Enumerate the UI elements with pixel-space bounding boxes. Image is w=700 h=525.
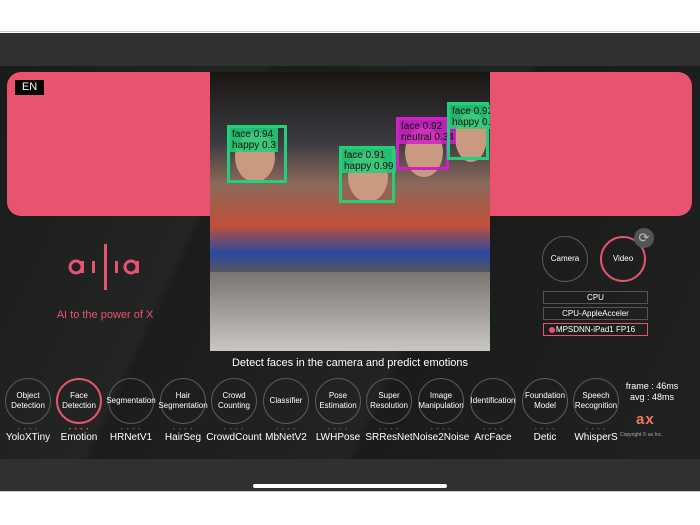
category-button[interactable]: Classifier (263, 378, 309, 424)
timing-stats: frame : 46ms avg : 48ms (625, 381, 679, 402)
app-main: EN face 0.94 happy 0.3 face 0.91 happy 0.9… (0, 66, 700, 459)
camera-preview: face 0.94 happy 0.3 face 0.91 happy 0.99 f… (210, 72, 490, 351)
detection-box: face 0.92happy 0.76 (447, 102, 490, 160)
model-name[interactable]: MbNetV2 (256, 432, 316, 443)
model-name[interactable]: HRNetV1 (101, 432, 161, 443)
home-bar-area (0, 459, 700, 492)
bar-counter (210, 272, 490, 351)
category-button[interactable]: Identification (470, 378, 516, 424)
backend-cpu[interactable]: CPU (543, 291, 648, 304)
category-button[interactable]: Super Resolution (366, 378, 412, 424)
backend-mpsdnn[interactable]: MPSDNN-iPad1 FP16 (543, 323, 648, 336)
ax-logo: ax (636, 411, 655, 428)
top-blank (0, 0, 700, 32)
category-button[interactable]: Image Manipulation (418, 378, 464, 424)
category-button[interactable]: Segmentation (106, 378, 156, 424)
ailia-logo (68, 244, 139, 290)
category-button[interactable]: Speech Recognition (573, 378, 619, 424)
detection-box: face 0.92 neutral 0.34 (396, 117, 456, 170)
detection-label: face 0.91 happy 0.99 (342, 149, 396, 173)
category-button[interactable]: Pose Estimation (315, 378, 361, 424)
detection-label: face 0.94 happy 0.3 (230, 128, 278, 152)
copyright: Copyright © ax Inc. (620, 432, 663, 438)
task-description: Detect faces in the camera and predict e… (231, 357, 468, 369)
model-name[interactable]: WhisperS (566, 432, 626, 443)
detection-box: face 0.94 happy 0.3 (227, 125, 287, 183)
status-bar (0, 33, 700, 66)
model-name[interactable]: SRResNet (359, 432, 419, 443)
category-button[interactable]: Hair Segmentation (158, 378, 208, 424)
detection-label: face 0.92happy 0.76 (450, 105, 490, 129)
category-button[interactable]: Crowd Counting (211, 378, 257, 424)
model-name[interactable]: CrowdCount (204, 432, 264, 443)
model-name[interactable]: Emotion (49, 432, 109, 443)
category-button[interactable]: Face Detection (56, 378, 102, 424)
camera-button[interactable]: Camera (542, 236, 588, 282)
category-button[interactable]: Foundation Model (522, 378, 568, 424)
model-name[interactable]: ArcFace (463, 432, 523, 443)
tagline: AI to the power of X (56, 309, 154, 321)
category-button[interactable]: Object Detection (5, 378, 51, 424)
backend-apple-accelerate[interactable]: CPU-AppleAcceler (543, 307, 648, 320)
home-indicator[interactable] (253, 484, 447, 488)
model-name[interactable]: Noise2Noise (411, 432, 471, 443)
language-button[interactable]: EN (15, 80, 44, 95)
detection-box: face 0.91 happy 0.99 (339, 146, 396, 203)
refresh-icon[interactable]: ⟳ (634, 228, 654, 248)
